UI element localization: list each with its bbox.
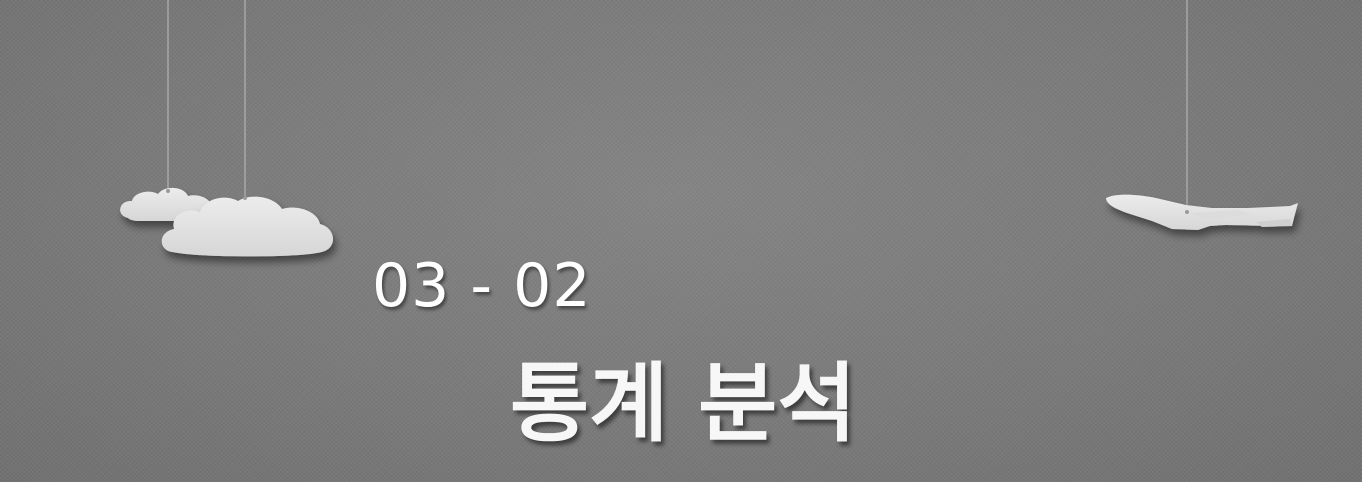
title-slide: 03 - 02 통계 분석: [0, 0, 1362, 482]
section-number: 03 - 02: [372, 251, 592, 321]
section-title: 통계 분석: [510, 354, 857, 454]
airplane-icon: [1106, 194, 1298, 230]
